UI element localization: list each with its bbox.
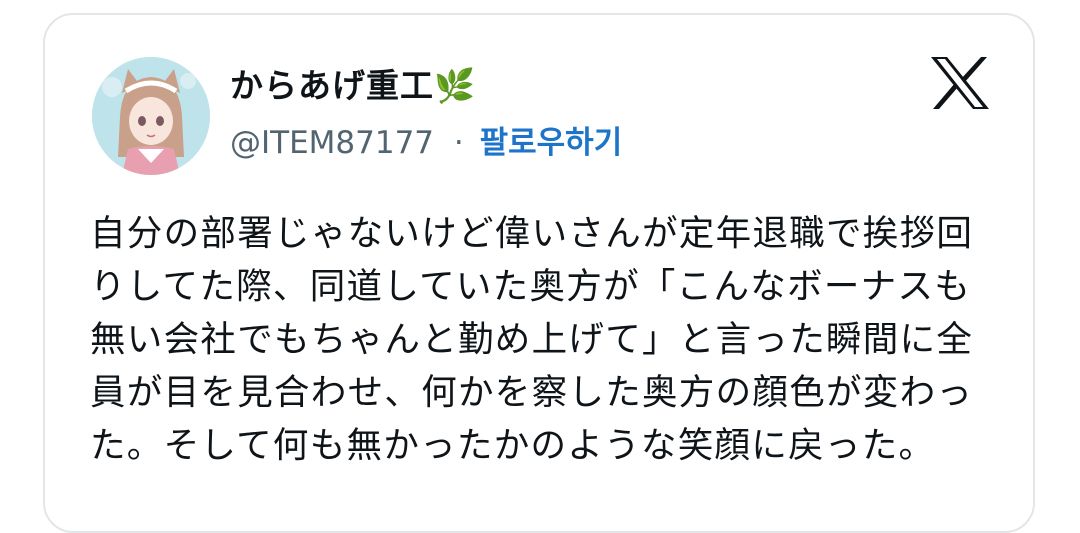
separator-dot: · — [453, 125, 464, 161]
tweet-card[interactable]: からあげ重工🌿 @ITEM87177 · 팔로우하기 自分の部署じゃないけど偉い… — [43, 13, 1035, 533]
avatar-image — [92, 57, 210, 175]
follow-button[interactable]: 팔로우하기 — [480, 125, 623, 161]
tweet-text-line: た。そして何も無かったかのような笑顔に戻った。 — [90, 425, 936, 466]
avatar[interactable] — [92, 57, 210, 175]
display-name[interactable]: からあげ重工🌿 — [230, 59, 476, 107]
tweet-text-line: 自分の部署じゃないけど偉いさんが定年退職で挨拶回 — [90, 213, 974, 254]
tweet-text: 自分の部署じゃないけど偉いさんが定年退職で挨拶回 りしてた際、同道していた奥方が… — [90, 207, 1010, 472]
tweet-text-line: 無い会社でもちゃんと勤め上げて」と言った瞬間に全 — [90, 319, 974, 360]
tweet-text-line: 員が目を見合わせ、何かを察した奥方の顔色が変わっ — [90, 372, 974, 413]
handle-row: @ITEM87177 · 팔로우하기 — [230, 117, 622, 162]
user-handle[interactable]: @ITEM87177 — [230, 125, 434, 161]
tweet-text-line: りしてた際、同道していた奥方が「こんなボーナスも — [90, 266, 972, 307]
x-logo-icon[interactable] — [929, 55, 991, 111]
